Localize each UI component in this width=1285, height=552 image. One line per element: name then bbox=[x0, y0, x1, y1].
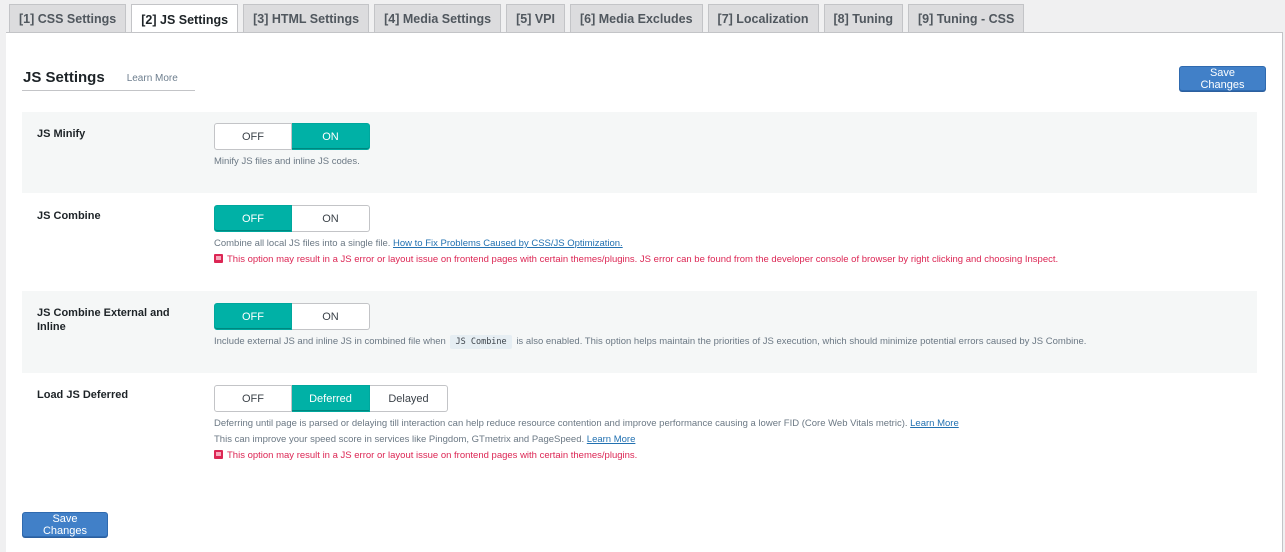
tab-tuning-css[interactable]: [9] Tuning - CSS bbox=[908, 4, 1025, 33]
tab-media-settings[interactable]: [4] Media Settings bbox=[374, 4, 502, 33]
setting-row-js-combine-external-inline: JS Combine External and Inline OFF ON In… bbox=[22, 291, 1257, 373]
js-combine-external-toggle: OFF ON bbox=[214, 303, 1086, 330]
learn-more-link-fid[interactable]: Learn More bbox=[910, 418, 959, 429]
page-title: JS Settings bbox=[23, 69, 105, 86]
settings-tabs: [1] CSS Settings [2] JS Settings [3] HTM… bbox=[9, 4, 1025, 34]
toggle-on[interactable]: ON bbox=[292, 123, 370, 150]
toggle-deferred[interactable]: Deferred bbox=[292, 385, 370, 412]
setting-description: Include external JS and inline JS in com… bbox=[214, 334, 1086, 350]
setting-description-2: This can improve your speed score in ser… bbox=[214, 432, 959, 448]
warning-message: This option may result in a JS error or … bbox=[214, 252, 1058, 268]
setting-row-js-combine: JS Combine OFF ON Combine all local JS f… bbox=[22, 193, 1257, 291]
setting-label: JS Combine External and Inline bbox=[37, 307, 170, 333]
js-minify-toggle: OFF ON bbox=[214, 123, 370, 150]
description-text: Combine all local JS files into a single… bbox=[214, 238, 391, 249]
setting-description: Deferring until page is parsed or delayi… bbox=[214, 416, 959, 432]
save-changes-button-bottom[interactable]: Save Changes bbox=[22, 512, 108, 537]
setting-row-js-minify: JS Minify OFF ON Minify JS files and inl… bbox=[22, 112, 1257, 193]
description-text: Include external JS and inline JS in com… bbox=[214, 336, 446, 347]
toggle-delayed[interactable]: Delayed bbox=[370, 385, 448, 412]
learn-more-link-speed[interactable]: Learn More bbox=[587, 434, 636, 445]
setting-row-load-js-deferred: Load JS Deferred OFF Deferred Delayed De… bbox=[22, 373, 1257, 473]
tab-localization[interactable]: [7] Localization bbox=[707, 4, 819, 33]
toggle-off[interactable]: OFF bbox=[214, 123, 292, 150]
description-text-after: is also enabled. This option helps maint… bbox=[516, 336, 1087, 347]
js-combine-toggle: OFF ON bbox=[214, 205, 1058, 232]
section-header: JS Settings Learn More bbox=[22, 69, 195, 91]
setting-label: JS Combine bbox=[37, 210, 101, 222]
toggle-on[interactable]: ON bbox=[292, 303, 370, 330]
settings-panel: JS Settings Learn More Save Changes JS M… bbox=[6, 32, 1283, 552]
tab-tuning[interactable]: [8] Tuning bbox=[823, 4, 903, 33]
setting-description: Combine all local JS files into a single… bbox=[214, 236, 1058, 252]
description-text: This can improve your speed score in ser… bbox=[214, 434, 585, 445]
tab-vpi[interactable]: [5] VPI bbox=[506, 4, 565, 33]
setting-label: JS Minify bbox=[37, 128, 86, 140]
learn-more-link[interactable]: Learn More bbox=[127, 73, 178, 84]
optimization-help-link[interactable]: How to Fix Problems Caused by CSS/JS Opt… bbox=[393, 238, 623, 249]
toggle-on[interactable]: ON bbox=[292, 205, 370, 232]
description-text: Deferring until page is parsed or delayi… bbox=[214, 418, 908, 429]
tab-media-excludes[interactable]: [6] Media Excludes bbox=[569, 4, 703, 33]
toggle-off[interactable]: OFF bbox=[214, 205, 292, 232]
tab-css-settings[interactable]: [1] CSS Settings bbox=[9, 4, 127, 33]
warning-icon bbox=[214, 450, 223, 459]
toggle-off[interactable]: OFF bbox=[214, 385, 292, 412]
setting-label: Load JS Deferred bbox=[37, 389, 129, 401]
warning-message: This option may result in a JS error or … bbox=[214, 448, 959, 464]
tab-html-settings[interactable]: [3] HTML Settings bbox=[243, 4, 370, 33]
warning-icon bbox=[214, 254, 223, 263]
tab-js-settings[interactable]: [2] JS Settings bbox=[131, 4, 239, 34]
toggle-off[interactable]: OFF bbox=[214, 303, 292, 330]
inline-code: JS Combine bbox=[450, 335, 512, 349]
setting-description: Minify JS files and inline JS codes. bbox=[214, 156, 360, 167]
warning-text: This option may result in a JS error or … bbox=[227, 254, 1059, 265]
save-changes-button-top[interactable]: Save Changes bbox=[1179, 66, 1266, 91]
warning-text: This option may result in a JS error or … bbox=[227, 450, 638, 461]
load-js-deferred-toggle: OFF Deferred Delayed bbox=[214, 385, 959, 412]
